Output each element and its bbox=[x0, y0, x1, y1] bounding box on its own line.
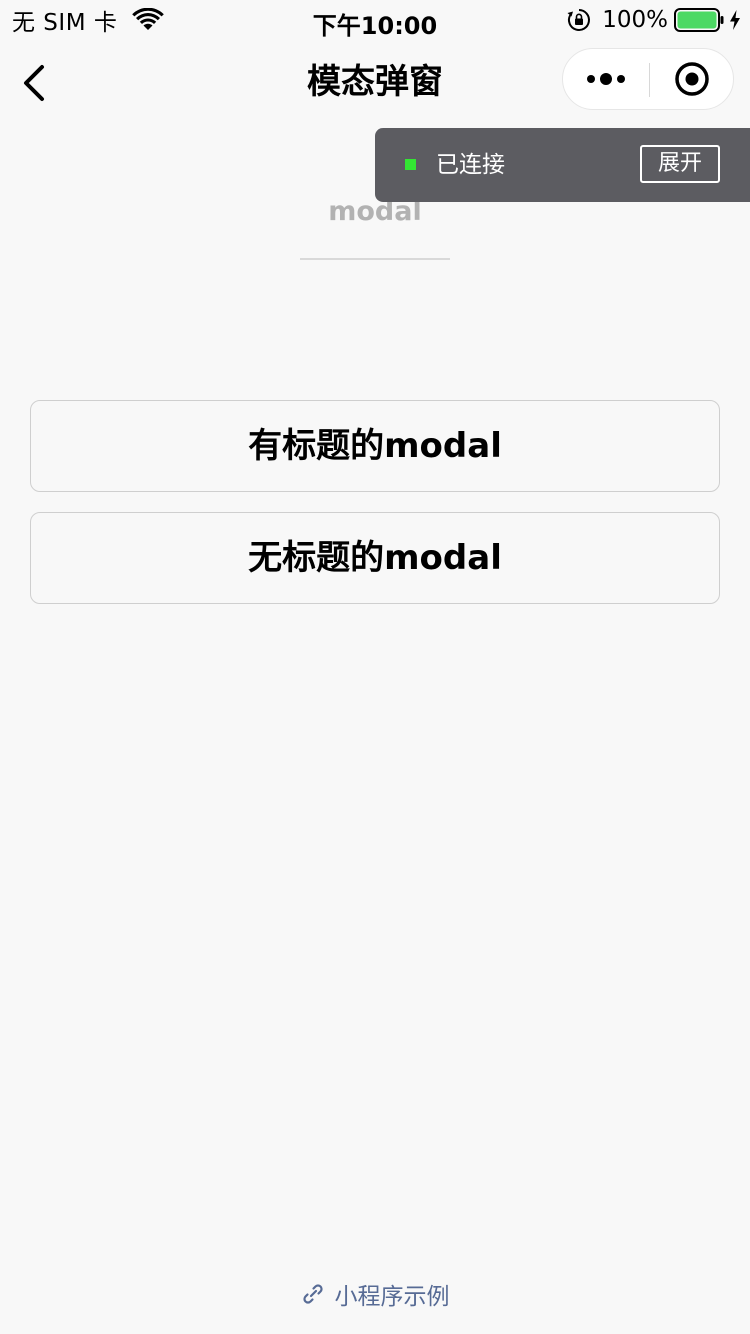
more-button[interactable] bbox=[563, 49, 649, 109]
more-dots-icon bbox=[587, 73, 625, 85]
battery-percent: 100% bbox=[602, 7, 668, 33]
nav-bar: 模态弹窗 bbox=[0, 40, 750, 126]
connection-panel: 已连接 展开 bbox=[375, 128, 750, 202]
status-bar-right: 100% bbox=[566, 6, 742, 34]
expand-button[interactable]: 展开 bbox=[640, 145, 720, 183]
link-icon bbox=[302, 1284, 323, 1304]
footer-label: 小程序示例 bbox=[334, 1284, 450, 1310]
status-bar: 无 SIM 卡 下午10:00 100% bbox=[0, 0, 750, 40]
connection-status-indicator bbox=[405, 159, 416, 170]
target-circle-icon bbox=[675, 62, 709, 96]
heading-underline bbox=[300, 258, 450, 260]
charging-icon bbox=[730, 10, 740, 30]
modal-with-title-button[interactable]: 有标题的modal bbox=[30, 400, 720, 492]
modal-without-title-button[interactable]: 无标题的modal bbox=[30, 512, 720, 604]
battery-icon bbox=[674, 8, 724, 32]
rotation-lock-icon bbox=[567, 9, 591, 31]
connection-status-text: 已连接 bbox=[436, 152, 505, 178]
capsule-menu bbox=[562, 48, 734, 110]
footer-link[interactable]: 小程序示例 bbox=[0, 1276, 750, 1312]
close-miniprogram-button[interactable] bbox=[650, 49, 734, 109]
